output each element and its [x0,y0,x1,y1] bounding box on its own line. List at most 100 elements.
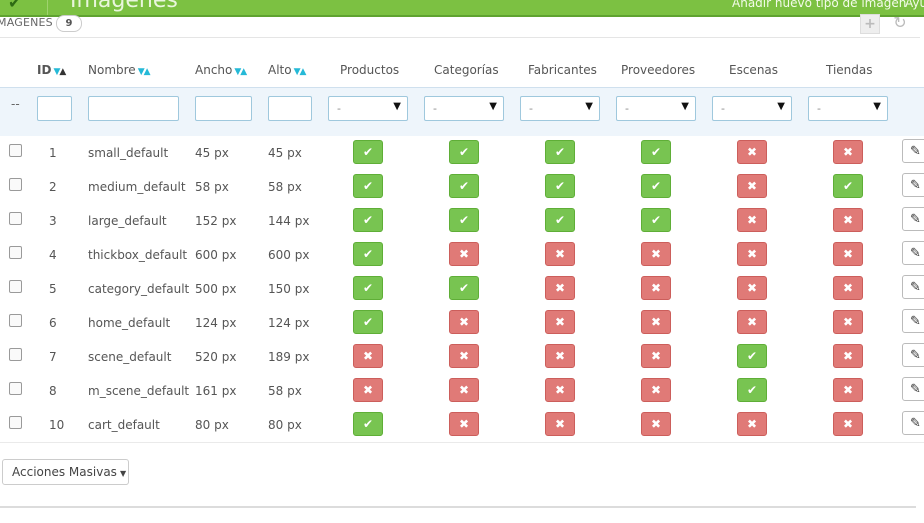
filter-tiendas-select[interactable]: - ▼ [808,96,888,121]
proveedores-status[interactable]: ✖ [641,378,671,402]
categorias-status[interactable]: ✖ [449,242,479,266]
escenas-status[interactable]: ✔ [737,378,767,402]
proveedores-status[interactable]: ✖ [641,344,671,368]
proveedores-status[interactable]: ✖ [641,412,671,436]
escenas-status[interactable]: ✖ [737,412,767,436]
filter-id-input[interactable] [37,96,72,121]
categorias-status[interactable]: ✖ [449,378,479,402]
filter-categorias-select[interactable]: - ▼ [424,96,504,121]
column-header-id[interactable]: ID ▼▲ [37,63,66,77]
edit-button[interactable]: ✎ [902,309,924,333]
fabricantes-status[interactable]: ✖ [545,378,575,402]
row-height: 80 px [268,418,302,432]
fabricantes-status[interactable]: ✖ [545,344,575,368]
filter-proveedores-select[interactable]: - ▼ [616,96,696,121]
proveedores-status[interactable]: ✖ [641,310,671,334]
productos-status[interactable]: ✔ [353,140,383,164]
tiendas-status[interactable]: ✔ [833,174,863,198]
productos-status[interactable]: ✔ [353,208,383,232]
escenas-status[interactable]: ✖ [737,208,767,232]
edit-button[interactable]: ✎ [902,139,924,163]
edit-button[interactable]: ✎ [902,343,924,367]
categorias-status[interactable]: ✖ [449,310,479,334]
panel-footer-border [0,506,916,508]
tiendas-status[interactable]: ✖ [833,344,863,368]
table-row: 8 m_scene_default 161 px 58 px ✖ ✖ ✖ ✖ ✔… [0,374,924,409]
edit-button[interactable]: ✎ [902,411,924,435]
tiendas-status[interactable]: ✖ [833,310,863,334]
fabricantes-status[interactable]: ✖ [545,310,575,334]
escenas-status[interactable]: ✖ [737,276,767,300]
filter-fabricantes-select[interactable]: - ▼ [520,96,600,121]
escenas-status[interactable]: ✖ [737,310,767,334]
productos-status[interactable]: ✔ [353,242,383,266]
row-checkbox[interactable] [9,178,22,191]
proveedores-status[interactable]: ✔ [641,140,671,164]
fabricantes-status[interactable]: ✔ [545,174,575,198]
refresh-icon[interactable]: ↻ [889,14,911,32]
edit-button[interactable]: ✎ [902,275,924,299]
productos-status[interactable]: ✔ [353,174,383,198]
filter-productos-select[interactable]: - ▼ [328,96,408,121]
tiendas-status[interactable]: ✖ [833,276,863,300]
productos-status[interactable]: ✔ [353,412,383,436]
filter-escenas-select[interactable]: - ▼ [712,96,792,121]
row-width: 600 px [195,248,237,262]
row-checkbox[interactable] [9,416,22,429]
categorias-status[interactable]: ✖ [449,412,479,436]
tiendas-status[interactable]: ✖ [833,140,863,164]
edit-button[interactable]: ✎ [902,241,924,265]
categorias-status[interactable]: ✔ [449,276,479,300]
row-height: 45 px [268,146,302,160]
productos-status[interactable]: ✔ [353,276,383,300]
row-checkbox[interactable] [9,348,22,361]
edit-button[interactable]: ✎ [902,207,924,231]
row-checkbox[interactable] [9,382,22,395]
productos-status[interactable]: ✖ [353,344,383,368]
add-new-icon[interactable]: + [860,14,880,34]
fabricantes-status[interactable]: ✖ [545,276,575,300]
fabricantes-status[interactable]: ✖ [545,412,575,436]
escenas-status[interactable]: ✖ [737,174,767,198]
row-checkbox[interactable] [9,246,22,259]
filter-dash: -- [11,97,20,111]
edit-button[interactable]: ✎ [902,377,924,401]
categorias-status[interactable]: ✔ [449,208,479,232]
categorias-status[interactable]: ✖ [449,344,479,368]
escenas-status[interactable]: ✖ [737,140,767,164]
bulk-actions-button[interactable]: Acciones Masivas ▼ [2,459,129,485]
fabricantes-status[interactable]: ✔ [545,208,575,232]
column-header-ancho[interactable]: Ancho ▼▲ [195,63,247,77]
row-checkbox[interactable] [9,280,22,293]
proveedores-status[interactable]: ✔ [641,174,671,198]
categorias-status[interactable]: ✔ [449,140,479,164]
page-title: Imágenes [70,0,178,13]
column-header-nombre[interactable]: Nombre ▼▲ [88,63,151,77]
fabricantes-status[interactable]: ✖ [545,242,575,266]
proveedores-status[interactable]: ✖ [641,242,671,266]
productos-status[interactable]: ✔ [353,310,383,334]
tiendas-status[interactable]: ✖ [833,412,863,436]
filter-ancho-input[interactable] [195,96,252,121]
productos-status[interactable]: ✖ [353,378,383,402]
filter-alto-input[interactable] [268,96,312,121]
row-height: 58 px [268,180,302,194]
row-checkbox[interactable] [9,314,22,327]
escenas-status[interactable]: ✖ [737,242,767,266]
fabricantes-status[interactable]: ✔ [545,140,575,164]
tiendas-status[interactable]: ✖ [833,378,863,402]
escenas-status[interactable]: ✔ [737,344,767,368]
row-checkbox[interactable] [9,212,22,225]
help-link[interactable]: Ayu [905,0,924,10]
categorias-status[interactable]: ✔ [449,174,479,198]
tiendas-status[interactable]: ✖ [833,208,863,232]
table-row: 1 small_default 45 px 45 px ✔ ✔ ✔ ✔ ✖ ✖ … [0,136,924,171]
filter-nombre-input[interactable] [88,96,179,121]
tiendas-status[interactable]: ✖ [833,242,863,266]
proveedores-status[interactable]: ✔ [641,208,671,232]
row-checkbox[interactable] [9,144,22,157]
add-image-type-link[interactable]: Añadir nuevo tipo de imagen [732,0,906,10]
column-header-alto[interactable]: Alto ▼▲ [268,63,306,77]
edit-button[interactable]: ✎ [902,173,924,197]
proveedores-status[interactable]: ✖ [641,276,671,300]
